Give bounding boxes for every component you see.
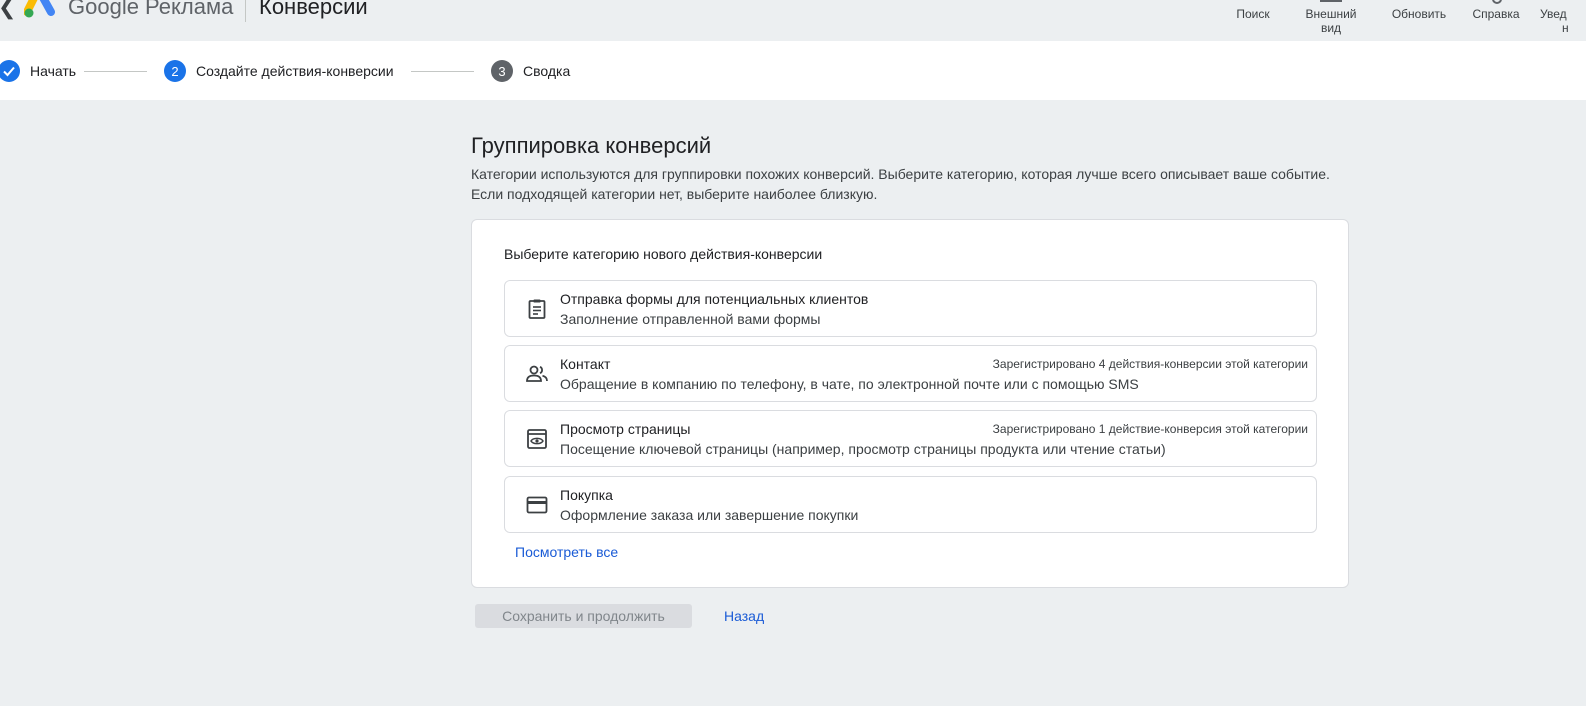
option-name: Контакт: [560, 356, 611, 372]
step-connector: [84, 71, 147, 72]
clipboard-icon: [528, 299, 546, 319]
help-tool-label: Справка: [1472, 7, 1520, 21]
appearance-label-line2: вид: [1320, 21, 1342, 35]
google-ads-logo-icon: [24, 0, 55, 18]
category-option-lead-form[interactable]: Отправка формы для потенциальных клиенто…: [504, 280, 1317, 337]
appearance-label-line1: Внешний: [1305, 7, 1357, 21]
see-all-link[interactable]: Посмотреть все: [515, 544, 618, 560]
page-view-icon: [527, 429, 547, 449]
option-description: Оформление заказа или завершение покупки: [560, 507, 859, 523]
card-title: Выберите категорию нового действия-конве…: [504, 246, 823, 262]
page-heading: Конверсии: [259, 0, 368, 19]
option-description: Посещение ключевой страницы (например, п…: [560, 441, 1166, 457]
search-tool-label: Поиск: [1236, 7, 1270, 21]
step-create-actions-label: Создайте действия-конверсии: [196, 63, 394, 79]
brand-name: Google Реклама: [68, 0, 234, 19]
category-card: Выберите категорию нового действия-конве…: [471, 219, 1349, 588]
search-tool-button[interactable]: Поиск: [1230, 7, 1276, 21]
back-link[interactable]: Назад: [724, 608, 764, 624]
progress-stepper: Начать 2 Создайте действия-конверсии 3 С…: [0, 41, 1586, 100]
appearance-tool-button[interactable]: Внешний вид: [1300, 7, 1362, 35]
option-description: Обращение в компанию по телефону, в чате…: [560, 376, 1139, 392]
top-app-bar: ❮ Google Реклама Конверсии Поиск Внешний…: [0, 0, 1586, 41]
help-icon: [1492, 0, 1502, 4]
help-tool-button[interactable]: Справка: [1466, 7, 1526, 21]
section-title: Группировка конверсий: [471, 133, 712, 158]
appearance-icon: [1320, 0, 1342, 2]
option-registered-count: Зарегистрировано 1 действие-конверсия эт…: [992, 422, 1308, 436]
step-create-actions[interactable]: 2 Создайте действия-конверсии: [164, 60, 394, 82]
arrow-back-icon[interactable]: ❮: [0, 0, 16, 20]
people-icon: [526, 365, 548, 382]
category-option-page-view[interactable]: Просмотр страницы Зарегистрировано 1 дей…: [504, 410, 1317, 467]
option-description: Заполнение отправленной вами формы: [560, 311, 821, 327]
step-summary[interactable]: 3 Сводка: [491, 60, 570, 82]
notifications-label-line1: Увед: [1540, 7, 1567, 21]
category-option-purchase[interactable]: Покупка Оформление заказа или завершение…: [504, 476, 1317, 533]
save-and-continue-button[interactable]: Сохранить и продолжить: [475, 604, 692, 628]
brand-divider: [245, 0, 246, 22]
step-number: 2: [164, 60, 186, 82]
category-option-contact[interactable]: Контакт Зарегистрировано 4 действия-конв…: [504, 345, 1317, 402]
step-number: 3: [491, 60, 513, 82]
option-registered-count: Зарегистрировано 4 действия-конверсии эт…: [992, 357, 1308, 371]
refresh-tool-button[interactable]: Обновить: [1386, 7, 1452, 21]
step-summary-label: Сводка: [523, 63, 571, 79]
credit-card-icon: [526, 496, 548, 514]
option-name: Просмотр страницы: [560, 421, 691, 437]
notifications-label-line2: н: [1562, 21, 1569, 35]
notifications-tool-button[interactable]: Увед н: [1540, 7, 1586, 35]
step-connector: [411, 71, 474, 72]
step-start[interactable]: Начать: [0, 60, 76, 82]
option-name: Отправка формы для потенциальных клиенто…: [560, 291, 869, 307]
step-start-label: Начать: [30, 63, 77, 79]
check-icon: [0, 60, 20, 82]
refresh-tool-label: Обновить: [1391, 7, 1447, 21]
option-name: Покупка: [560, 487, 613, 503]
section-description: Категории используются для группировки п…: [471, 166, 1330, 202]
